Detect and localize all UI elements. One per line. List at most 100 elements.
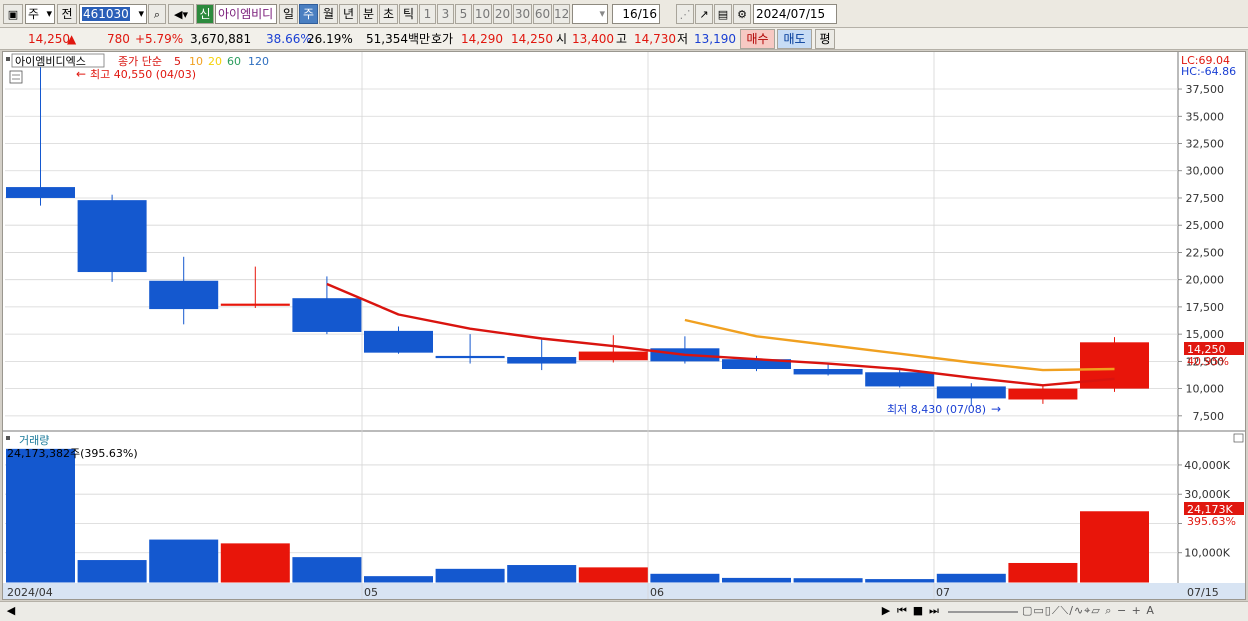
price-tick-label: 7,500 [1193,410,1225,423]
scroll-right-button[interactable]: ▶ [879,604,893,620]
bid-price: 14,250 [511,32,553,46]
candle-body [936,386,1006,399]
grid-lines [3,52,1245,599]
legend-ma-label: 종가 단순 [118,55,162,68]
legend-ma60: 60 [227,55,241,68]
volume-bar [578,567,648,583]
interval-120[interactable]: 120 [553,4,570,24]
volume-bar [793,578,863,583]
stock-chart: 7,50010,00012,50015,00017,50020,00022,50… [3,52,1245,599]
period-week[interactable]: 주 [299,4,318,24]
candle-body [435,355,505,359]
price-tick-label: 35,000 [1186,110,1225,123]
chevron-down-icon: ▾ [138,7,144,20]
price-change-pct: +5.79% [135,32,184,46]
candle-body [77,200,147,273]
zoom-icon: ⋰ [679,8,691,21]
date-value: 2024/07/15 [756,7,826,21]
volume-bar [722,577,791,583]
period-tick[interactable]: 틱 [399,4,418,24]
current-price: 14,250 [28,32,70,46]
volume-bar [865,579,935,583]
interval-10[interactable]: 10 [473,4,492,24]
stop-button[interactable]: ■ [911,604,925,620]
volume-bar [364,576,433,583]
period-day[interactable]: 일 [279,4,298,24]
trade-amount: 51,354백만 [366,32,431,46]
count-value: 16 [622,7,638,21]
interval-20[interactable]: 20 [493,4,512,24]
volume-bar [292,557,362,583]
low-note: 최저 8,430 (07/08) [887,403,986,416]
count-total: /16 [637,7,657,21]
save-button[interactable]: ▤ [714,4,732,24]
chart-area[interactable]: 7,500 10,000 12,500 15,000 17,500 20,000 22,50… [2,51,1246,600]
volume-tick-label: 40,000K [1184,459,1230,472]
price-tick-label: 20,000 [1186,274,1225,287]
volume-note: 24,173,382주(395.63%) [7,447,138,460]
interval-30[interactable]: 30 [513,4,532,24]
main-toolbar: ▣ 주 ▾ 전 461030 ▾ ⌕ ◀▾ 신 아이엠비디 일 주 월 년 분 초 … [0,0,1248,28]
sell-button[interactable]: 매도 [777,29,812,49]
candle-body [1008,388,1078,400]
market-select[interactable]: 주 ▾ [25,4,55,24]
close-pane-icon[interactable] [1233,433,1244,443]
x-axis-label: 07 [936,586,950,599]
window-menu-button[interactable]: ▣ [3,4,23,24]
zoom-tool-button[interactable]: ⋰ [676,4,694,24]
period-second[interactable]: 초 [379,4,398,24]
high-note: 최고 40,550 (04/03) [90,68,196,81]
current-volume-pct: 395.63% [1187,515,1236,528]
period-month[interactable]: 월 [319,4,338,24]
interval-5[interactable]: 5 [455,4,472,24]
volume-bar [507,565,577,583]
sound-button[interactable]: ◀▾ [168,4,194,24]
price-tick-label: 37,500 [1186,83,1225,96]
quote-strip: 14,250 ▲ 780 +5.79% 3,670,881 38.66% 26.… [0,28,1248,50]
interval-1[interactable]: 1 [419,4,436,24]
search-button[interactable]: ⌕ [148,4,166,24]
volume-bar [220,543,290,583]
open-price: 13,400 [572,32,614,46]
price-tick-label: 10,000 [1186,383,1225,396]
price-tick-label: 15,000 [1186,328,1225,341]
period-minute[interactable]: 분 [359,4,378,24]
chevron-down-icon: ▾ [46,7,52,20]
date-field[interactable]: 2024/07/15 ▦ [753,4,837,24]
code-input[interactable]: 461030 ▾ [79,4,147,24]
draw-tools-strip[interactable]: ▢▭▯⟋⟍∕∿⌖▱ ⌕ − + A [1022,604,1242,620]
prefix-button[interactable]: 전 [57,4,77,24]
candle-body [6,187,75,198]
buy-button[interactable]: 매수 [740,29,775,49]
scroll-start-button[interactable]: ⏮ [894,604,910,620]
price-tick-label: 17,500 [1186,301,1225,314]
price-tick-label: 27,500 [1186,192,1225,205]
chevron-down-icon: ▾ [599,7,605,20]
volume-bar [6,448,75,583]
low-label: 저 [677,32,689,46]
count-field[interactable]: 16/16 [612,4,660,24]
high-label: 고 [616,32,628,46]
bottom-scrollbar[interactable]: ◀ ▶ ⏮ ■ ⏭ ▢▭▯⟋⟍∕∿⌖▱ ⌕ − + A [0,601,1248,621]
period-year[interactable]: 년 [339,4,358,24]
evaluation-button[interactable]: 평 [815,29,835,49]
candle-body [507,357,577,364]
search-icon: ⌕ [153,8,161,21]
draw-tool-button[interactable]: ↗ [695,4,713,24]
scroll-left-button[interactable]: ◀ [4,604,18,620]
data-table-icon[interactable] [9,70,23,84]
custom-interval-select[interactable]: ▾ [572,4,608,24]
candle-body [149,280,219,310]
market-select-value: 주 [28,7,40,21]
settings-button[interactable]: ⚙ [733,4,751,24]
x-axis-label: 07/15 [1187,586,1219,599]
zoom-slider[interactable] [948,611,1018,613]
interval-60[interactable]: 60 [533,4,552,24]
x-axis-label: 06 [650,586,664,599]
high-price: 14,730 [634,32,676,46]
candle-body [578,351,648,361]
stock-name-field[interactable]: 아이엠비디 [215,4,277,24]
interval-3[interactable]: 3 [437,4,454,24]
moving-averages [326,282,1115,387]
scroll-end-button[interactable]: ⏭ [926,604,942,620]
